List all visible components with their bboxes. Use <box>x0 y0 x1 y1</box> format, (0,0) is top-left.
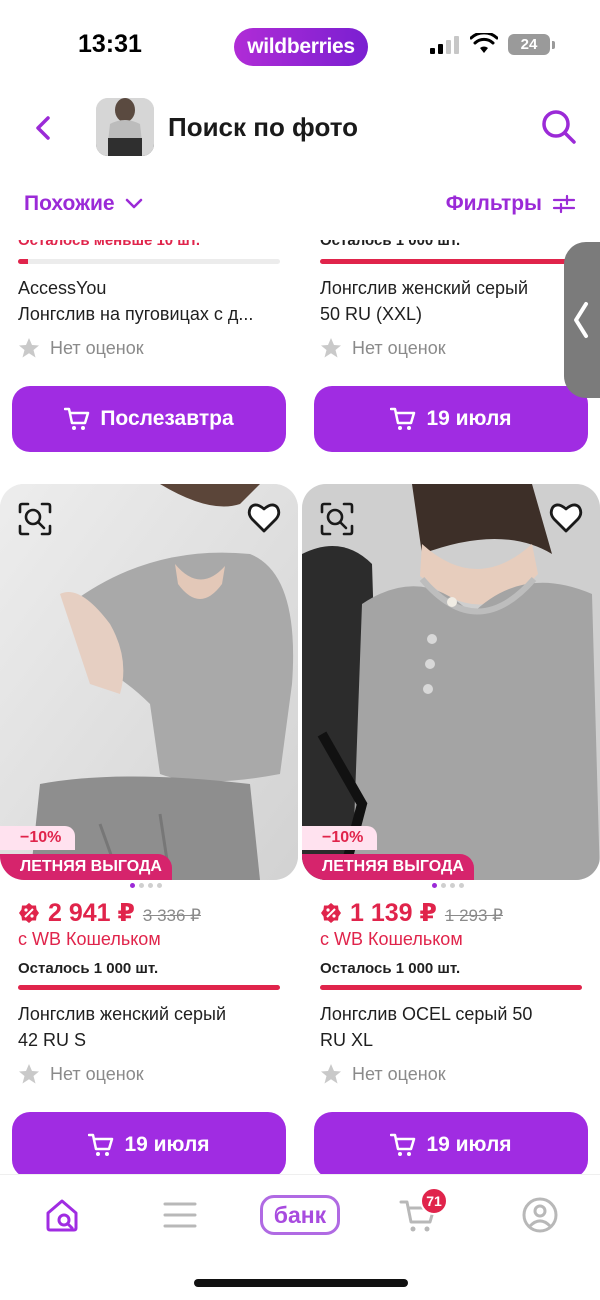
product-old-price: 3 336 ₽ <box>142 906 201 925</box>
battery-icon: 24 <box>508 34 555 55</box>
product-photo <box>302 484 600 880</box>
filter-row: Похожие Фильтры <box>0 180 600 234</box>
add-to-cart-button[interactable]: 19 июля <box>12 1112 286 1174</box>
stock-text: Осталось 1 000 шт. <box>18 960 159 977</box>
stock-text: Осталось 1 000 шт. <box>320 240 461 249</box>
cart-icon <box>64 407 90 430</box>
product-price: 2 941 ₽ <box>48 899 135 927</box>
rating-label: Нет оценок <box>50 337 144 358</box>
sort-label: Похожие <box>24 192 115 215</box>
rating-label: Нет оценок <box>50 1063 144 1084</box>
stock-progress <box>320 985 582 990</box>
product-old-price: 1 293 ₽ <box>444 906 503 925</box>
product-title-line: RU XL <box>320 1030 374 1050</box>
product-title-line: Лонгслив женский серый <box>320 278 529 298</box>
nav-profile[interactable] <box>518 1193 562 1237</box>
product-title-line: Лонгслив OCEL серый 50 <box>320 1004 533 1024</box>
product-image-card[interactable]: −10% ЛЕТНЯЯ ВЫГОДА <box>0 484 298 880</box>
product-image-card[interactable]: −10% ЛЕТНЯЯ ВЫГОДА <box>302 484 600 880</box>
nav-home[interactable] <box>40 1193 84 1237</box>
product-title-line: 50 RU (XXL) <box>320 304 423 324</box>
page-title: Поиск по фото <box>168 112 358 142</box>
status-bar: 13:31 wildberries 24 <box>0 0 600 92</box>
status-time: 13:31 <box>78 30 142 58</box>
rating-label: Нет оценок <box>352 1063 446 1084</box>
product-rating: Нет оценок <box>18 337 144 359</box>
wallet-note: с WB Кошельком <box>18 929 161 949</box>
bottom-navigation: банк 71 <box>0 1174 600 1300</box>
product-title[interactable]: Лонгслив женский серый 50 RU (XXL) <box>320 275 588 327</box>
nav-catalog[interactable] <box>158 1193 202 1237</box>
stock-text: Осталось 1 000 шт. <box>320 960 461 977</box>
button-label: 19 июля <box>124 1133 210 1156</box>
header: Поиск по фото <box>0 92 600 172</box>
photo-search-icon[interactable] <box>318 500 356 538</box>
search-icon[interactable] <box>538 106 578 146</box>
nav-bank[interactable]: банк <box>260 1195 340 1235</box>
stock-text: Осталось меньше 10 шт. <box>18 240 201 249</box>
filters-button[interactable]: Фильтры <box>446 192 576 216</box>
discount-percent-icon <box>19 903 39 923</box>
product-title[interactable]: Лонгслив OCEL серый 50 RU XL <box>320 1001 588 1053</box>
sliders-icon <box>552 194 576 214</box>
menu-icon <box>163 1202 197 1228</box>
stock-progress <box>18 259 280 264</box>
profile-icon <box>522 1197 558 1233</box>
app-pill[interactable]: wildberries <box>234 28 368 66</box>
home-indicator <box>194 1279 408 1287</box>
search-photo-thumbnail[interactable] <box>96 98 154 156</box>
side-panel-tab[interactable] <box>564 242 600 398</box>
star-icon <box>19 338 39 358</box>
home-search-icon <box>46 1199 78 1232</box>
product-photo <box>0 484 298 880</box>
favorite-heart-icon[interactable] <box>548 500 584 536</box>
wallet-note: с WB Кошельком <box>320 929 463 949</box>
button-label: Послезавтра <box>100 407 234 430</box>
price-row: 1 139 ₽ 1 293 ₽ <box>320 898 503 928</box>
cart-icon <box>88 1133 114 1156</box>
stock-progress <box>320 259 582 264</box>
chevron-down-icon <box>125 198 142 209</box>
wifi-icon <box>470 33 498 53</box>
product-rating: Нет оценок <box>18 1063 144 1085</box>
favorite-heart-icon[interactable] <box>246 500 282 536</box>
product-title[interactable]: Лонгслив женский серый 42 RU S <box>18 1001 286 1053</box>
sort-dropdown[interactable]: Похожие <box>24 192 143 216</box>
signal-icon <box>430 36 459 54</box>
add-to-cart-button[interactable]: Послезавтра <box>12 386 286 452</box>
product-title-line: Лонгслив женский серый <box>18 1004 227 1024</box>
price-row: 2 941 ₽ 3 336 ₽ <box>18 898 201 928</box>
product-brand: AccessYou <box>18 278 107 298</box>
product-rating: Нет оценок <box>320 337 446 359</box>
promo-badge: ЛЕТНЯЯ ВЫГОДА <box>0 854 172 880</box>
cart-icon <box>390 407 416 430</box>
add-to-cart-button[interactable]: 19 июля <box>314 1112 588 1174</box>
results-grid[interactable]: Осталось меньше 10 шт. AccessYou Лонгсли… <box>0 240 600 1174</box>
discount-badge: −10% <box>302 826 378 850</box>
product-rating: Нет оценок <box>320 1063 446 1085</box>
button-label: 19 июля <box>426 1133 512 1156</box>
filters-label: Фильтры <box>445 192 542 215</box>
button-label: 19 июля <box>426 407 512 430</box>
chevron-left-icon <box>574 302 588 338</box>
cart-count-badge: 71 <box>420 1187 448 1215</box>
star-icon <box>321 1064 341 1084</box>
promo-badge: ЛЕТНЯЯ ВЫГОДА <box>302 854 474 880</box>
cart-icon <box>390 1133 416 1156</box>
discount-percent-icon <box>321 903 341 923</box>
product-title[interactable]: Лонгслив на пуговицах с д... <box>18 301 286 327</box>
product-title-line: 42 RU S <box>18 1030 87 1050</box>
photo-search-icon[interactable] <box>16 500 54 538</box>
stock-progress <box>18 985 280 990</box>
discount-badge: −10% <box>0 826 76 850</box>
product-price: 1 139 ₽ <box>350 899 437 927</box>
star-icon <box>19 1064 39 1084</box>
rating-label: Нет оценок <box>352 337 446 358</box>
star-icon <box>321 338 341 358</box>
back-icon[interactable] <box>26 110 62 146</box>
add-to-cart-button[interactable]: 19 июля <box>314 386 588 452</box>
